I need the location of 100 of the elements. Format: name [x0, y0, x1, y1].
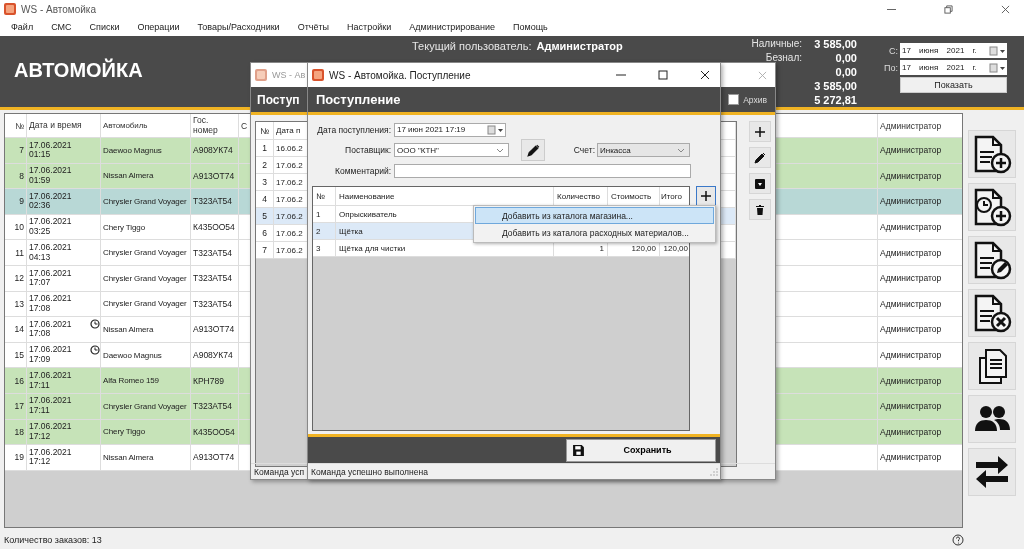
table-cell: 10 — [5, 214, 27, 240]
status-text: Команда усп — [254, 466, 304, 477]
table-cell: Т323АТ54 — [191, 189, 239, 214]
window-heading: Поступление — [316, 92, 401, 107]
table-cell: Т323АТ54 — [191, 240, 239, 265]
table-cell: 16 — [5, 368, 27, 393]
table-cell: 2 — [313, 223, 336, 239]
table-cell: 18 — [5, 419, 27, 445]
table-cell: Т323АТ54 — [191, 291, 239, 317]
table-cell: А908УК74 — [191, 138, 239, 163]
table-cell: А913ОТ74 — [191, 317, 239, 342]
table-cell: 17.06.2021 17:11 — [29, 370, 72, 391]
table-cell-text: Администратор — [879, 144, 943, 158]
table-cell: 17.06.2021 17:12 — [29, 422, 72, 442]
window-title: WS - Ав — [272, 70, 306, 80]
table-cell: 15 — [5, 342, 27, 368]
total-value: 5 272,81 — [813, 94, 857, 108]
table-cell: А908УК74 — [191, 342, 239, 368]
table-cell: К435ОО54 — [191, 419, 239, 445]
table-cell: 11 — [5, 240, 27, 265]
table-cell: 1 — [313, 206, 336, 222]
table-cell: Daewoo Magnus — [101, 342, 191, 368]
total-value: 3 585,00 — [813, 38, 857, 52]
table-cell-text: Администратор — [879, 374, 943, 388]
table-cell-text: Администратор — [879, 195, 943, 209]
table-cell: 7 — [5, 138, 27, 163]
table-cell-text: Администратор — [879, 246, 943, 260]
table-cell: 17.06.2021 04:13 — [29, 242, 72, 263]
table-cell: 9 — [5, 189, 27, 214]
table-cell: Chery Tiggo — [101, 419, 191, 445]
date-label: С: — [888, 45, 898, 56]
table-cell: 3 — [256, 174, 274, 190]
table-cell-text: Администратор — [879, 425, 943, 439]
window-heading: Поступ — [257, 92, 300, 107]
table-cell: 3 — [313, 240, 336, 256]
field-label: Поставщик: — [344, 145, 392, 155]
user-label: Текущий пользователь: — [412, 40, 532, 52]
total-label: Наличные: — [751, 38, 802, 49]
field-label: Счет: — [572, 145, 596, 155]
order-count: Количество заказов: 13 — [4, 534, 102, 545]
table-cell: 12 — [5, 265, 27, 291]
table-cell-text: Администратор — [879, 323, 943, 337]
total-value: 0,00 — [834, 52, 857, 66]
total-value: 3 585,00 — [813, 80, 857, 94]
table-cell: 17.06.2021 01:59 — [29, 166, 72, 186]
table-cell: 4 — [256, 191, 274, 207]
checkbox-label: Архив — [743, 94, 767, 105]
table-cell: Chrysler Grand Voyager — [101, 393, 191, 419]
table-cell: 7 — [256, 242, 274, 258]
table-cell-text: Администратор — [879, 221, 943, 235]
user-name: Администратор — [536, 40, 623, 52]
table-cell: Daewoo Magnus — [101, 138, 191, 163]
table-cell: Т323АТ54 — [191, 265, 239, 291]
status-text: Команда успешно выполнена — [311, 466, 428, 477]
table-cell: Nissan Almera — [101, 163, 191, 189]
table-cell: 19 — [5, 445, 27, 470]
table-cell-text: Администратор — [879, 297, 943, 311]
table-cell: А913ОТ74 — [191, 163, 239, 189]
table-cell: К435ОО54 — [191, 214, 239, 240]
table-cell: Chery Tiggo — [101, 214, 191, 240]
date-label: По: — [883, 62, 898, 73]
table-cell: 1 — [256, 140, 274, 156]
window-title: WS - Автомойка — [21, 3, 96, 15]
table-cell: 8 — [5, 163, 27, 189]
table-cell-text: Администратор — [879, 272, 943, 286]
table-cell: Nissan Almera — [101, 317, 191, 342]
table-cell: Alfa Romeo 159 — [101, 368, 191, 393]
table-cell: 17.06.2021 17:07 — [29, 268, 72, 289]
table-cell: 17.06.2021 17:11 — [29, 396, 72, 416]
table-cell: 14 — [5, 317, 27, 342]
table-cell-text: Администратор — [879, 451, 943, 465]
field-label: Комментарий: — [334, 165, 392, 176]
table-cell: КРН789 — [191, 368, 239, 393]
table-cell: 17 — [5, 393, 27, 419]
table-cell: 17.06.2021 17:12 — [29, 447, 72, 468]
table-cell: Chrysler Grand Voyager — [101, 265, 191, 291]
table-cell: 13 — [5, 291, 27, 317]
table-cell: 17.06.2021 17:09 — [29, 345, 72, 365]
app-title: АВТОМОЙКА — [14, 59, 143, 81]
table-cell-text: Администратор — [879, 169, 943, 183]
table-cell: 17.06.2021 03:25 — [29, 217, 72, 237]
table-cell: Chrysler Grand Voyager — [101, 240, 191, 265]
table-cell: Chrysler Grand Voyager — [101, 291, 191, 317]
table-cell: 17.06.2021 02:36 — [29, 191, 72, 212]
table-cell: Nissan Almera — [101, 445, 191, 470]
table-cell: Т323АТ54 — [191, 393, 239, 419]
window-title: WS - Автомойка. Поступление — [329, 69, 471, 81]
table-cell: 2 — [256, 157, 274, 173]
table-cell-text: 120,00 — [662, 242, 689, 255]
table-cell: 17.06.2021 17:08 — [29, 294, 72, 314]
table-cell: Chrysler Grand Voyager — [101, 189, 191, 214]
table-cell-text: Администратор — [879, 400, 943, 414]
table-cell: 17.06.2021 01:15 — [29, 140, 72, 161]
total-label: Безнал: — [765, 52, 802, 63]
table-cell: 6 — [256, 225, 274, 241]
table-cell: 5 — [256, 208, 274, 224]
table-cell: А913ОТ74 — [191, 445, 239, 470]
table-cell: 17.06.2021 17:08 — [29, 319, 72, 340]
table-cell-text: Администратор — [879, 349, 943, 363]
total-value: 0,00 — [834, 66, 857, 80]
